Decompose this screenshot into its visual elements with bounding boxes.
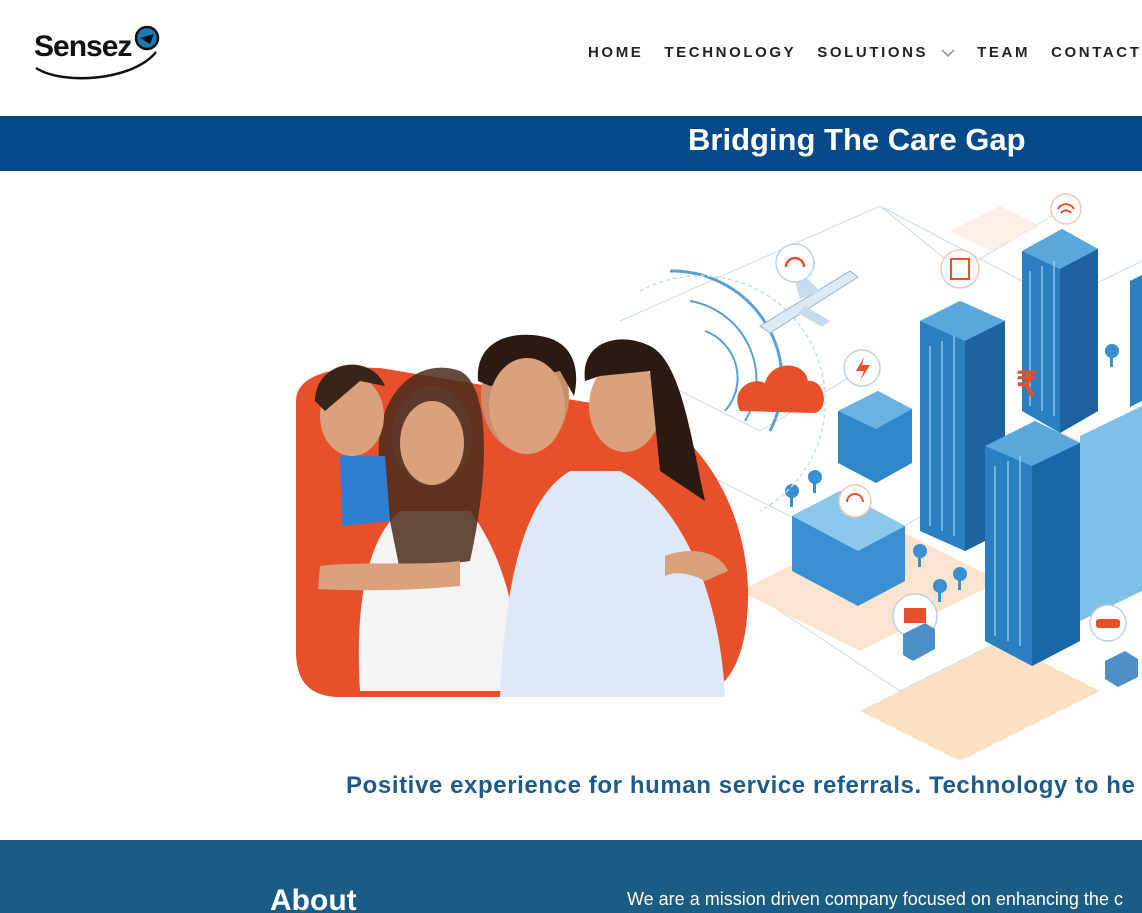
sensez-logo[interactable]: Sensez (34, 24, 164, 82)
wifi-small-icon (838, 484, 872, 518)
logo-text: Sensez (34, 30, 132, 63)
site-header: Sensez HOME TECHNOLOGY SOLUTIONS TEAM CO… (0, 0, 1142, 116)
headset-icon (775, 243, 815, 283)
airplane-icon (759, 270, 859, 334)
hero-image: ₹ (0, 171, 1142, 771)
truck-right-icon (1105, 651, 1138, 687)
main-nav: HOME TECHNOLOGY SOLUTIONS TEAM CONTACT (588, 44, 1142, 61)
elevator-icon (940, 249, 980, 289)
family-smart-city-illustration: ₹ (296, 193, 1142, 761)
hero-tagline: Positive experience for human service re… (346, 772, 1136, 799)
cloud-icon (737, 365, 824, 413)
about-text: We are a mission driven company focused … (627, 889, 1123, 909)
about-section: About We are a mission driven company fo… (0, 840, 1142, 913)
rupee-icon: ₹ (1016, 366, 1038, 404)
about-title: About (270, 884, 357, 913)
nav-technology[interactable]: TECHNOLOGY (664, 44, 796, 61)
nav-solutions[interactable]: SOLUTIONS (817, 44, 928, 61)
chevron-down-icon[interactable] (941, 46, 955, 60)
nav-team[interactable]: TEAM (977, 44, 1030, 61)
title-banner: Bridging The Care Gap (0, 116, 1142, 171)
banner-title: Bridging The Care Gap (688, 122, 1026, 157)
nav-home[interactable]: HOME (588, 44, 643, 61)
family-photo (296, 334, 749, 697)
nav-contact[interactable]: CONTACT (1051, 44, 1141, 61)
wifi-icon (1050, 193, 1082, 225)
